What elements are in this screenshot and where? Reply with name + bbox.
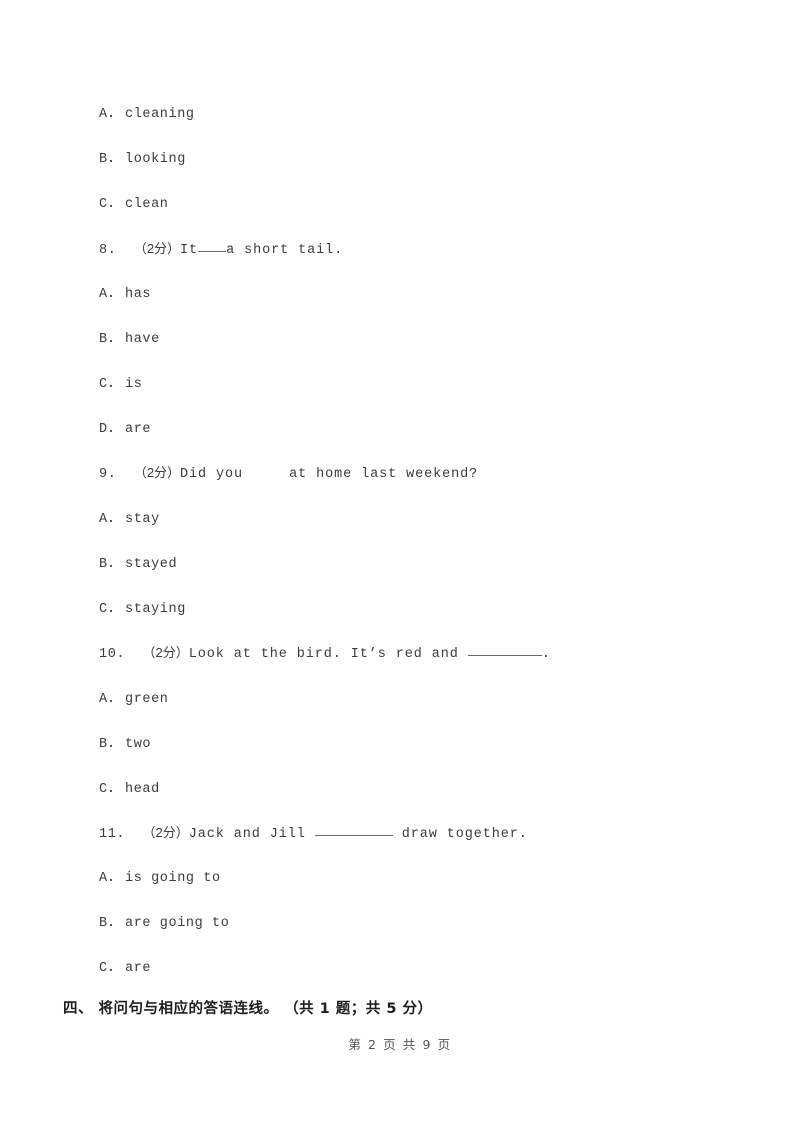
option-line: B． stayed (99, 556, 177, 574)
question-score: （2分） (142, 645, 189, 660)
option-label: C． (99, 961, 122, 976)
option-line: C． staying (99, 601, 186, 619)
option-label: A． (99, 871, 122, 886)
question-number: 11. (99, 827, 126, 842)
question-stem-after-blank: a short tail. (226, 243, 344, 258)
option-label: A． (99, 107, 122, 122)
question-number: 8. (99, 243, 117, 258)
option-line: C． is (99, 376, 142, 394)
option-text: cleaning (125, 107, 195, 122)
option-text: are (125, 961, 152, 976)
option-label: A． (99, 287, 122, 302)
question-number: 10. (99, 647, 126, 662)
document-page: A． cleaning B． looking C． clean 8. （2分）It a sho… (0, 0, 800, 1132)
option-text: have (125, 332, 160, 347)
option-line: B． have (99, 331, 160, 349)
option-line: B． two (99, 736, 151, 754)
answer-blank (467, 643, 542, 656)
question-line: 11. （2分）Jack and Jill draw together. (99, 823, 528, 844)
question-stem-before-blank: Jack and Jill (188, 827, 315, 842)
question-line: 10. （2分）Look at the bird. It’s red and . (99, 643, 551, 664)
option-text: two (125, 737, 152, 752)
option-line: A． stay (99, 511, 160, 529)
option-line: C． head (99, 781, 160, 799)
question-line: 9. （2分）Did you at home last weekend? (99, 464, 478, 484)
option-line: A． cleaning (99, 106, 195, 124)
option-line: C． are (99, 960, 151, 978)
option-label: A． (99, 692, 122, 707)
option-label: B． (99, 152, 122, 167)
option-label: B． (99, 737, 122, 752)
option-line: D． are (99, 421, 151, 439)
answer-blank (314, 823, 393, 836)
option-text: staying (125, 602, 186, 617)
question-score: （2分） (133, 465, 181, 480)
question-line: 8. （2分）It a short tail. (99, 239, 343, 260)
option-text: looking (125, 152, 186, 167)
option-label: C． (99, 377, 122, 392)
option-line: A． has (99, 286, 151, 304)
page-footer: 第 2 页 共 9 页 (348, 1037, 452, 1052)
option-text: green (125, 692, 169, 707)
option-label: B． (99, 332, 122, 347)
question-number: 9. (99, 467, 117, 482)
question-stem-before-blank: Did you (180, 467, 244, 482)
option-text: stay (125, 512, 160, 527)
option-text: clean (125, 197, 169, 212)
question-stem-before-blank: It (180, 243, 199, 258)
question-stem-after-blank: . (541, 647, 551, 662)
question-stem-after-blank: at home last weekend? (289, 467, 479, 482)
option-label: C． (99, 602, 122, 617)
option-text: is going to (125, 871, 221, 886)
option-line: B． are going to (99, 915, 229, 933)
option-text: stayed (125, 557, 178, 572)
question-stem-before-blank: Look at the bird. It’s red and (188, 647, 468, 662)
option-text: has (125, 287, 152, 302)
option-label: C． (99, 782, 122, 797)
answer-blank (198, 239, 227, 252)
option-label: C． (99, 197, 122, 212)
question-score: （2分） (142, 825, 189, 840)
option-line: A． is going to (99, 870, 221, 888)
option-line: B． looking (99, 151, 186, 169)
option-label: B． (99, 916, 122, 931)
option-text: are (125, 422, 152, 437)
option-label: D． (99, 422, 122, 437)
option-text: head (125, 782, 160, 797)
section-heading: 四、 将问句与相应的答语连线。 （共 1 题；共 5 分） (63, 1001, 433, 1017)
option-line: A． green (99, 691, 169, 709)
option-text: are going to (125, 916, 230, 931)
option-line: C． clean (99, 196, 169, 214)
question-stem-after-blank: draw together. (392, 827, 528, 842)
option-text: is (125, 377, 143, 392)
question-score: （2分） (133, 241, 181, 256)
option-label: B． (99, 557, 122, 572)
option-label: A． (99, 512, 122, 527)
